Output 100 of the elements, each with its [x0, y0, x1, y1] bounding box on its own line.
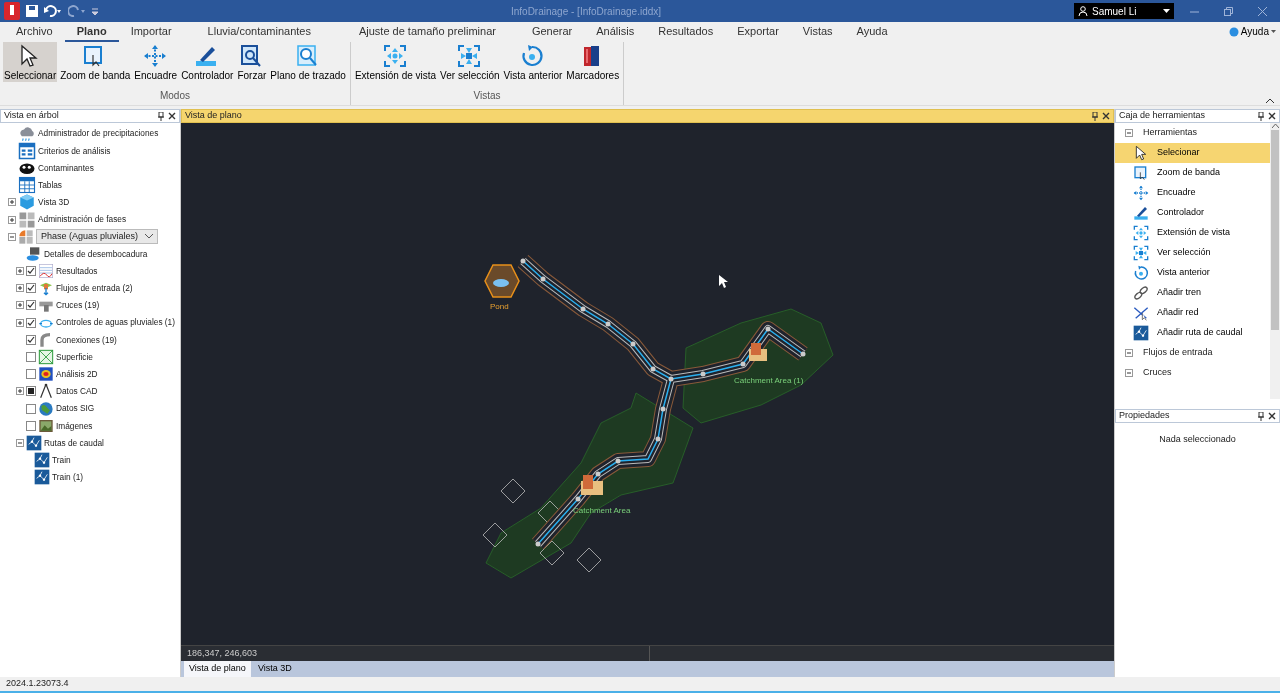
pin-icon[interactable] — [1258, 411, 1264, 421]
ribbon-tab[interactable]: Análisis — [584, 24, 647, 42]
pencil-ruler-icon — [194, 44, 219, 68]
scrollbar[interactable] — [1270, 123, 1280, 399]
ribbon-button[interactable]: Extensión de vista — [353, 42, 438, 82]
toolbox-item[interactable]: Extensión de vista — [1115, 223, 1270, 243]
tree-item[interactable]: Administración de fases — [38, 213, 127, 226]
checkbox[interactable] — [26, 369, 36, 380]
ribbon-tab[interactable]: Ajuste de tamaño preliminar — [334, 24, 520, 42]
tree-item[interactable]: Cruces (19) — [56, 299, 100, 312]
tree-item[interactable]: Flujos de entrada (2) — [56, 282, 133, 295]
tree-item[interactable]: Conexiones (19) — [56, 333, 117, 347]
toolbox-item[interactable]: Controlador — [1115, 203, 1270, 223]
close-icon[interactable] — [1268, 112, 1276, 120]
tree-item[interactable]: Train — [52, 453, 71, 467]
toolbox-group[interactable]: Cruces — [1143, 366, 1172, 380]
checkbox[interactable] — [26, 420, 36, 431]
expand-icon[interactable] — [16, 318, 24, 327]
expand-icon[interactable] — [8, 198, 16, 207]
tree-item[interactable]: Análisis 2D — [56, 368, 98, 381]
ribbon-tab[interactable]: Exportar — [725, 24, 791, 42]
toolbox-item[interactable]: Añadir tren — [1115, 283, 1270, 303]
ribbon-button[interactable]: Plano de trazado — [269, 42, 347, 82]
ribbon-tab[interactable]: Lluvia/contaminantes — [183, 24, 335, 42]
checkbox[interactable] — [26, 334, 36, 345]
tree-item[interactable]: Vista 3D — [38, 196, 70, 209]
expand-icon[interactable] — [16, 284, 24, 293]
close-icon[interactable] — [168, 112, 176, 120]
tree-item[interactable]: Contaminantes — [38, 161, 94, 175]
ribbon-tab[interactable]: Importar — [118, 24, 184, 42]
checkbox[interactable] — [26, 283, 36, 294]
toolbox-item[interactable]: Encuadre — [1115, 183, 1270, 203]
ribbon-button[interactable]: Forzar — [236, 42, 268, 82]
ribbon-button[interactable]: Encuadre — [133, 42, 179, 82]
expand-icon[interactable] — [16, 387, 24, 396]
tree-item[interactable]: Administrador de precipitaciones — [38, 127, 159, 140]
checkbox[interactable] — [26, 317, 36, 328]
collapse-icon[interactable] — [1125, 129, 1133, 137]
ribbon-tab[interactable]: Plano — [64, 24, 119, 42]
checkbox[interactable] — [26, 386, 36, 397]
tree-item[interactable]: Detalles de desembocadura — [44, 247, 148, 261]
ribbon-button[interactable]: Zoom de banda — [59, 42, 132, 82]
collapse-icon[interactable] — [16, 438, 24, 447]
checkbox[interactable] — [26, 266, 36, 277]
view-tab[interactable]: Vista 3D — [252, 661, 297, 677]
redo-icon[interactable] — [68, 5, 86, 17]
collapse-ribbon-icon[interactable] — [1266, 98, 1274, 103]
pin-icon[interactable] — [158, 111, 164, 121]
phase-dropdown[interactable]: Phase (Aguas pluviales) — [36, 229, 158, 245]
undo-icon[interactable] — [44, 5, 62, 17]
ribbon-tab[interactable]: Generar — [519, 24, 585, 42]
expand-icon[interactable] — [16, 267, 24, 276]
pin-icon[interactable] — [1258, 111, 1264, 121]
expand-icon[interactable] — [16, 301, 24, 310]
ribbon-button[interactable]: Controlador — [180, 42, 235, 82]
toolbox-item[interactable]: Ver selección — [1115, 243, 1270, 263]
view-tab[interactable]: Vista de plano — [184, 661, 251, 677]
toolbox-item[interactable]: Añadir red — [1115, 303, 1270, 323]
scroll-up-icon[interactable] — [1271, 123, 1279, 128]
help-button[interactable]: Ayuda — [1224, 24, 1280, 42]
tree-item[interactable]: Rutas de caudal — [44, 436, 104, 450]
tree-item[interactable]: Tablas — [38, 178, 62, 192]
restore-icon[interactable] — [1223, 6, 1233, 16]
toolbox-item[interactable]: Vista anterior — [1115, 263, 1270, 283]
tree-item[interactable]: Resultados — [56, 264, 98, 278]
tree-item[interactable]: Superficie — [56, 350, 93, 364]
checkbox[interactable] — [26, 352, 36, 363]
tree-item[interactable]: Datos CAD — [56, 385, 98, 398]
ribbon-tab[interactable]: Archivo — [4, 24, 65, 42]
tree-item[interactable]: Imágenes — [56, 419, 93, 432]
close-icon[interactable] — [1268, 412, 1276, 420]
ribbon-button[interactable]: Vista anterior — [502, 42, 564, 82]
tree-item[interactable]: Controles de aguas pluviales (1) — [56, 316, 175, 329]
expand-icon[interactable] — [8, 215, 16, 224]
customize-icon[interactable] — [92, 6, 98, 16]
user-dropdown[interactable]: Samuel Li — [1074, 3, 1174, 19]
checkbox[interactable] — [26, 300, 36, 311]
toolbox-item[interactable]: Añadir ruta de caudal — [1115, 323, 1270, 343]
tree-item[interactable]: Criterios de análisis — [38, 144, 111, 157]
ribbon-button[interactable]: Marcadores — [565, 42, 621, 82]
toolbox-group[interactable]: Flujos de entrada — [1143, 346, 1213, 360]
collapse-icon[interactable] — [8, 232, 16, 241]
tree-item[interactable]: Datos SIG — [56, 402, 95, 415]
toolbox-item[interactable]: Zoom de banda — [1115, 163, 1270, 183]
close-icon[interactable] — [1102, 112, 1110, 120]
tree-item[interactable]: Train (1) — [52, 471, 84, 484]
collapse-icon[interactable] — [1125, 349, 1133, 357]
save-icon[interactable] — [26, 5, 38, 17]
collapse-icon[interactable] — [1125, 369, 1133, 377]
ribbon-tab[interactable]: Vistas — [790, 24, 845, 42]
ribbon-tab[interactable]: Resultados — [646, 24, 726, 42]
pin-icon[interactable] — [1092, 111, 1098, 121]
pan-cross-icon — [1133, 185, 1149, 201]
toolbox-item[interactable]: Selecionar — [1115, 143, 1270, 163]
ribbon-button[interactable]: Ver selección — [439, 42, 501, 82]
collapse-arrows-icon — [1133, 245, 1149, 261]
toolbox-group[interactable]: Herramientas — [1143, 126, 1198, 140]
ribbon-button[interactable]: Seleccionar — [3, 42, 58, 82]
ribbon-tab[interactable]: Ayuda — [844, 24, 900, 42]
checkbox[interactable] — [26, 403, 36, 414]
